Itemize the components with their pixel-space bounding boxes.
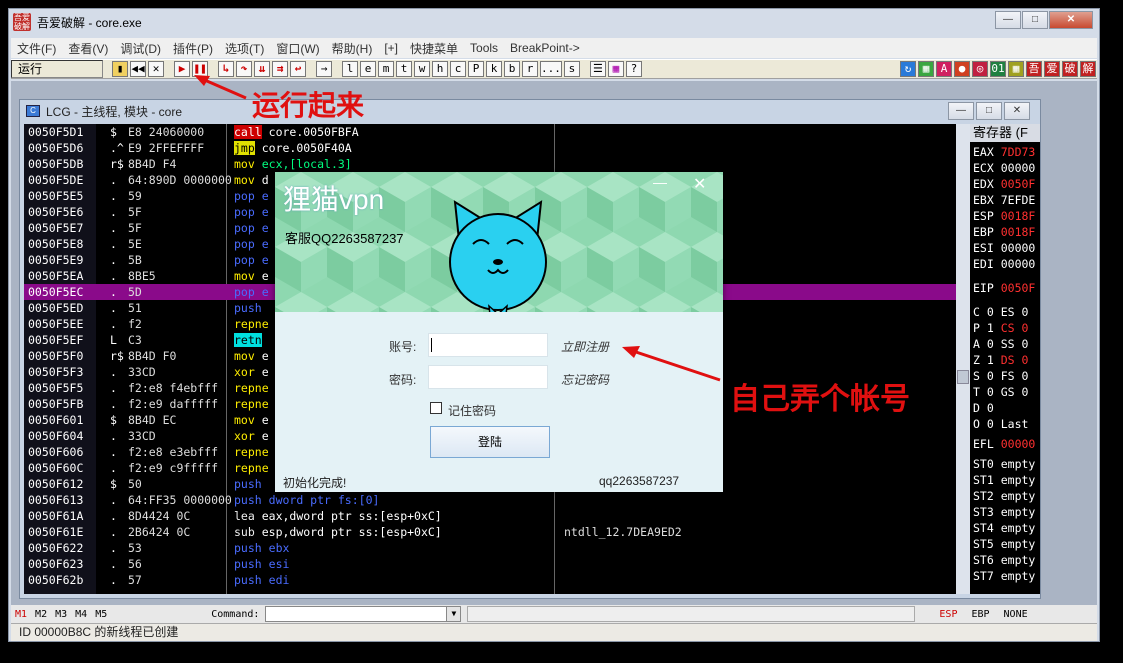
- annotation-run: 运行起来: [252, 89, 365, 122]
- annotation-account: 自己弄个帐号: [730, 382, 910, 417]
- annotation-arrows: [194, 75, 721, 382]
